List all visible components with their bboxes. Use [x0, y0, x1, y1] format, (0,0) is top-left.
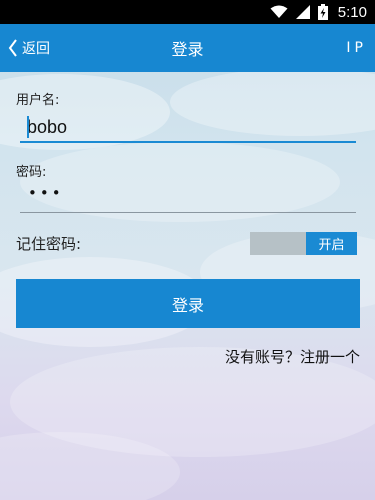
password-underline — [20, 212, 356, 213]
remember-password-toggle[interactable]: 开启 — [250, 232, 357, 255]
remember-password-label: 记住密码: — [16, 235, 82, 253]
login-button[interactable]: 登录 — [16, 279, 360, 328]
back-button[interactable]: 返回 — [8, 24, 50, 72]
password-input[interactable]: ••• — [28, 184, 64, 202]
wifi-icon — [270, 5, 288, 18]
login-screen: 5:10 返回 登录 IP 用户名: 密码: ••• 记住密码: 开启 登录 没… — [0, 0, 375, 500]
text-cursor — [27, 116, 29, 138]
password-label: 密码: — [16, 165, 47, 180]
username-input[interactable] — [20, 113, 356, 143]
signal-icon — [295, 5, 310, 19]
username-label: 用户名: — [16, 93, 60, 108]
battery-charging-icon — [317, 4, 328, 20]
status-time: 5:10 — [337, 3, 367, 21]
register-link[interactable]: 没有账号？注册一个 — [225, 346, 360, 367]
toggle-on-label: 开启 — [306, 232, 357, 255]
ip-settings-button[interactable]: IP — [346, 24, 367, 72]
status-bar: 5:10 — [0, 0, 375, 24]
chevron-left-icon — [8, 39, 17, 57]
app-bar: 返回 登录 IP — [0, 24, 375, 72]
status-icons: 5:10 — [270, 0, 367, 24]
page-title: 登录 — [171, 40, 204, 59]
back-label: 返回 — [22, 41, 50, 57]
